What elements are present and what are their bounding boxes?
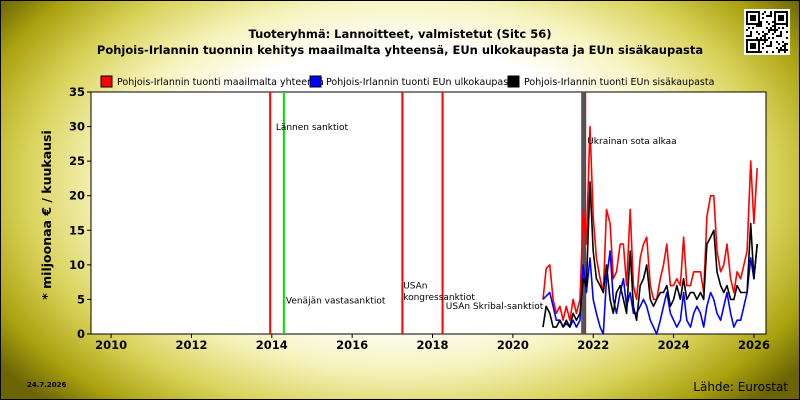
annotation-5: Ukrainan sota alkaa bbox=[587, 137, 677, 147]
chart-title: Tuoteryhmä: Lannoitteet, valmistetut (Si… bbox=[249, 27, 552, 41]
chart-subtitle: Pohjois-Irlannin tuonnin kehitys maailma… bbox=[97, 43, 703, 57]
legend-label-0: Pohjois-Irlannin tuonti maailmalta yhtee… bbox=[117, 77, 324, 88]
y-tick-label-3: 15 bbox=[69, 223, 85, 237]
footer-source: Lähde: Eurostat bbox=[693, 380, 788, 394]
annotation-2: USAn bbox=[403, 281, 427, 291]
x-tick-label-3: 2016 bbox=[336, 338, 368, 352]
annotation-4: USAn Skribal-sanktiot bbox=[446, 302, 544, 312]
x-tick-label-8: 2026 bbox=[738, 338, 770, 352]
y-tick-label-1: 5 bbox=[77, 292, 85, 306]
y-tick-label-6: 30 bbox=[69, 120, 85, 134]
x-tick-label-1: 2012 bbox=[175, 338, 207, 352]
chart-svg: Tuoteryhmä: Lannoitteet, valmistetut (Si… bbox=[27, 9, 790, 394]
y-axis-label: * miljoonaa € / kuukausi bbox=[39, 130, 54, 300]
y-tick-label-5: 25 bbox=[69, 154, 85, 168]
y-tick-label-0: 0 bbox=[77, 327, 85, 341]
legend-swatch-1 bbox=[309, 75, 322, 88]
annotation-0: Lännen sanktiot bbox=[276, 123, 349, 133]
annotation-1: Venäjän vastasanktiot bbox=[286, 297, 386, 307]
legend-label-2: Pohjois-Irlannin tuonti EUn sisäkaupasta bbox=[524, 77, 714, 88]
footer-date: 24.7.2026 bbox=[27, 381, 67, 389]
y-tick-label-2: 10 bbox=[69, 258, 85, 272]
legend-label-1: Pohjois-Irlannin tuonti EUn ulkokaupasta bbox=[326, 77, 518, 88]
x-tick-label-5: 2020 bbox=[497, 338, 529, 352]
y-axis: 0 5 10 15 20 25 30 35 bbox=[69, 85, 91, 341]
chart-frame: Tuoteryhmä: Lannoitteet, valmistetut (Si… bbox=[0, 0, 800, 400]
legend: Pohjois-Irlannin tuonti maailmalta yhtee… bbox=[100, 75, 714, 88]
x-tick-label-6: 2022 bbox=[577, 338, 609, 352]
x-tick-label-2: 2014 bbox=[256, 338, 288, 352]
x-axis: 2010 2012 2014 2016 2018 2020 2022 2024 2026 bbox=[95, 334, 770, 352]
qr-code-icon bbox=[744, 9, 790, 55]
x-tick-label-0: 2010 bbox=[95, 338, 127, 352]
legend-swatch-0 bbox=[100, 75, 113, 88]
x-tick-label-7: 2024 bbox=[658, 338, 690, 352]
y-tick-label-4: 20 bbox=[69, 189, 85, 203]
legend-swatch-2 bbox=[507, 75, 520, 88]
y-tick-label-7: 35 bbox=[69, 85, 85, 99]
x-tick-label-4: 2018 bbox=[417, 338, 449, 352]
